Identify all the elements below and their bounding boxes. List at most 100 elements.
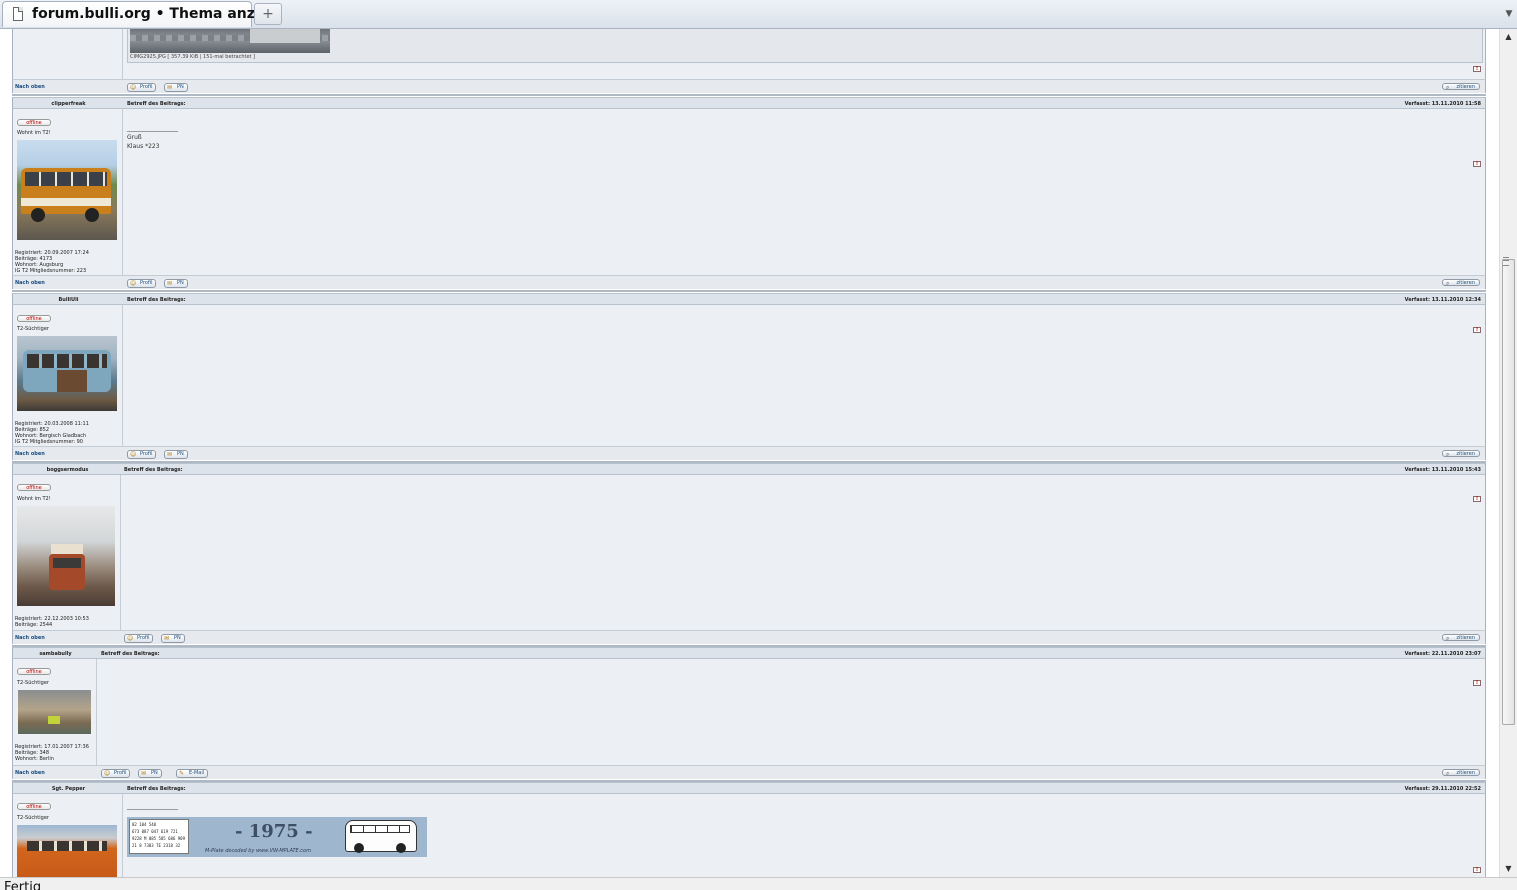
report-icon[interactable]: ! [1473, 327, 1481, 333]
page-icon [13, 7, 23, 21]
profile-icon: ☺ [104, 770, 111, 777]
quote-button[interactable]: ⌕ zitieren [1442, 634, 1480, 642]
pm-button[interactable]: ✉ PN [164, 83, 188, 92]
author-column: offline T2-Süchtiger [12, 794, 123, 877]
quote-button[interactable]: ⌕ zitieren [1442, 769, 1480, 777]
back-to-top-link[interactable]: Nach oben [15, 770, 45, 776]
back-to-top-link[interactable]: Nach oben [15, 635, 45, 641]
username[interactable]: sambabully [13, 651, 98, 657]
quote-button[interactable]: ⌕ zitieren [1442, 450, 1480, 458]
author-column [12, 29, 123, 79]
offline-badge: offline [17, 484, 51, 491]
email-icon: ✎ [179, 770, 185, 777]
post-footer: Nach oben ☺ Profil ✉ PN ⌕ zitieren [12, 275, 1486, 290]
quote-button[interactable]: ⌕ zitieren [1442, 83, 1480, 91]
bus-drawing [345, 820, 417, 853]
report-icon[interactable]: ! [1473, 66, 1481, 72]
post-date: Verfasst: 13.11.2010 12:34 [1404, 297, 1481, 303]
back-to-top-link[interactable]: Nach oben [15, 451, 45, 457]
footer-left: Nach oben [12, 765, 97, 779]
avatar [17, 140, 117, 240]
profile-icon: ☺ [127, 635, 134, 642]
footer-right: ☺ Profil ✉ PN ✎ E-Mail ⌕ zitieren [97, 765, 1486, 779]
offline-badge: offline [17, 803, 51, 810]
email-button[interactable]: ✎ E-Mail [176, 769, 209, 778]
post-clipperfreak: offline Wohnt im T2! Registriert: 20.09.… [12, 109, 1486, 275]
new-tab-button[interactable]: + [254, 3, 282, 25]
profile-button[interactable]: ☺ Profil [101, 769, 131, 778]
post-sgt-pepper: offline T2-Süchtiger _________________ 0… [12, 794, 1486, 877]
post-header: Sgt. Pepper Betreff des Beitrags: Verfas… [12, 782, 1486, 794]
attachment-image[interactable] [130, 29, 330, 53]
pm-button[interactable]: ✉ PN [161, 634, 185, 643]
report-icon[interactable]: ! [1473, 161, 1481, 167]
post-footer: Nach oben ☺ Profil ✉ PN ✎ E-Mail ⌕ zitieren [12, 765, 1486, 780]
pm-icon: ✉ [167, 451, 173, 458]
author-column: offline T2-Süchtiger Registriert: 20.03.… [12, 305, 123, 446]
author-header: Sgt. Pepper [12, 782, 123, 794]
scroll-up-arrow-icon[interactable]: ▲ [1500, 29, 1517, 45]
author-header: BulliUli [12, 293, 123, 305]
signature-line: _________________ [127, 803, 178, 810]
user-rank: T2-Süchtiger [17, 326, 49, 332]
profile-button[interactable]: ☺ Profil [124, 634, 154, 643]
quote-button[interactable]: ⌕ zitieren [1442, 279, 1480, 287]
author-column: offline Wohnt im T2! Registriert: 22.12.… [12, 475, 121, 630]
report-icon[interactable]: ! [1473, 680, 1481, 686]
status-bar: Fertig [0, 877, 1517, 890]
quote-icon: ⌕ [1446, 280, 1450, 287]
page-viewport: CIMG2925.JPG [ 357.39 KiB | 151-mal betr… [0, 29, 1499, 877]
profile-icon: ☺ [130, 84, 137, 91]
post-body: _________________ 02 104 540 673 087 047… [123, 794, 1486, 877]
username[interactable]: clipperfreak [13, 101, 124, 107]
profile-button[interactable]: ☺ Profil [127, 83, 157, 92]
back-to-top-link[interactable]: Nach oben [15, 84, 45, 90]
tab-forum[interactable]: forum.bulli.org • Thema anze... [2, 1, 280, 27]
post-subject: Betreff des Beitrags: [124, 467, 183, 473]
footer-right: ☺ Profil ✉ PN ⌕ zitieren [123, 79, 1486, 93]
vertical-scrollbar[interactable]: ▲ ▼ [1499, 29, 1517, 877]
post-date: Verfasst: 13.11.2010 15:43 [1404, 467, 1481, 473]
pm-button[interactable]: ✉ PN [164, 279, 188, 288]
profile-button[interactable]: ☺ Profil [127, 450, 157, 459]
author-header: boggsermodus [12, 463, 121, 475]
author-header: sambabully [12, 647, 97, 659]
avatar [17, 336, 117, 411]
pm-button[interactable]: ✉ PN [138, 769, 162, 778]
username[interactable]: boggsermodus [13, 467, 122, 473]
tab-list-chevron-icon[interactable]: ▼ [1501, 4, 1517, 24]
username[interactable]: Sgt. Pepper [13, 786, 124, 792]
username[interactable]: BulliUli [13, 297, 124, 303]
post-body: ! [121, 475, 1486, 630]
post-sambabully: offline T2-Süchtiger Registriert: 17.01.… [12, 659, 1486, 765]
post-body: _________________ Gruß Klaus *223 ! [123, 109, 1486, 275]
footer-right: ☺ Profil ✉ PN ⌕ zitieren [121, 630, 1486, 644]
quote-icon: ⌕ [1446, 635, 1450, 642]
mplate-footer: M-Plate decoded by www.VW-MPLATE.com [205, 848, 311, 854]
pm-button[interactable]: ✉ PN [164, 450, 188, 459]
user-stats: Registriert: 17.01.2007 17:36 Beiträge: 3… [15, 744, 89, 762]
post-subject-header: Betreff des Beitrags: Verfasst: 13.11.20… [123, 97, 1486, 109]
scrollbar-grip-icon [1503, 257, 1509, 266]
tab-title: forum.bulli.org • Thema anze... [32, 6, 281, 22]
post-subject: Betreff des Beitrags: [127, 786, 186, 792]
report-icon[interactable]: ! [1473, 496, 1481, 502]
scroll-down-arrow-icon[interactable]: ▼ [1500, 861, 1517, 877]
profile-button[interactable]: ☺ Profil [127, 279, 157, 288]
avatar [18, 690, 91, 734]
back-to-top-link[interactable]: Nach oben [15, 280, 45, 286]
quote-icon: ⌕ [1446, 770, 1450, 777]
user-rank: T2-Süchtiger [17, 680, 49, 686]
mplate-banner[interactable]: 02 104 540 673 087 047 619 721 9228 M 08… [127, 817, 427, 857]
author-header: clipperfreak [12, 97, 123, 109]
pm-icon: ✉ [141, 770, 147, 777]
quote-icon: ⌕ [1446, 84, 1450, 91]
post-subject: Betreff des Beitrags: [127, 297, 186, 303]
profile-icon: ☺ [130, 280, 137, 287]
mplate-codes: 02 104 540 673 087 047 619 721 9228 M 08… [129, 819, 189, 854]
scrollbar-thumb[interactable] [1502, 259, 1515, 725]
pm-icon: ✉ [167, 280, 173, 287]
report-icon[interactable]: ! [1473, 867, 1481, 873]
post-date: Verfasst: 22.11.2010 23:07 [1404, 651, 1481, 657]
post-body: CIMG2925.JPG [ 357.39 KiB | 151-mal betr… [123, 29, 1486, 79]
